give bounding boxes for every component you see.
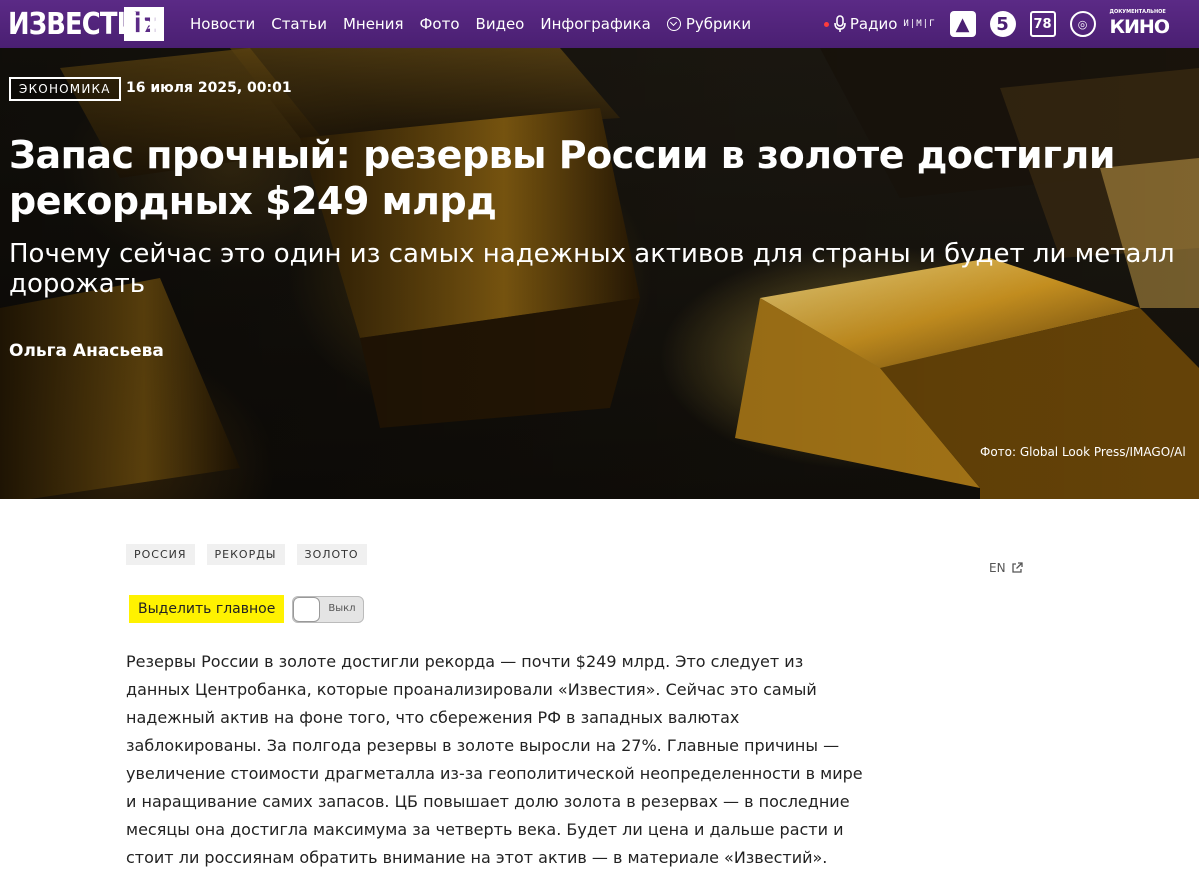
kino-label: КИНО xyxy=(1109,15,1170,38)
nav-item-opinions[interactable]: Мнения xyxy=(343,15,404,33)
live-dot-icon xyxy=(823,21,829,27)
radio-link[interactable]: Радио xyxy=(850,15,898,33)
rubrics-label: Рубрики xyxy=(685,15,752,33)
tag-records[interactable]: РЕКОРДЫ xyxy=(206,544,285,565)
tag-russia[interactable]: РОССИЯ xyxy=(126,544,195,565)
main-nav: Новости Статьи Мнения Фото Видео Инфогра… xyxy=(190,0,767,48)
highlight-main-label: Выделить главное xyxy=(129,595,285,623)
hero-image: ЭКОНОМИКА 16 июля 2025, 00:01 Запас проч… xyxy=(0,48,1199,499)
channel-round-logo[interactable]: ◎ xyxy=(1069,11,1096,37)
header-right-tools: Радио И|М|Г ▲ 5 78 ◎ ДОКУМЕНТАЛЬНОЕ КИНО xyxy=(823,0,1199,48)
category-badge[interactable]: ЭКОНОМИКА xyxy=(9,77,121,101)
external-link-icon xyxy=(1011,562,1023,573)
article-title: Запас прочный: резервы России в золоте д… xyxy=(9,133,1115,223)
nav-item-photo[interactable]: Фото xyxy=(420,15,460,33)
chevron-circle-icon xyxy=(666,17,681,31)
nav-item-infographics[interactable]: Инфографика xyxy=(540,15,650,33)
en-label: EN xyxy=(989,561,1006,575)
highlight-main-toggle[interactable]: Выкл xyxy=(292,595,365,623)
channel-5-logo[interactable]: 5 xyxy=(989,11,1016,37)
logo-text: ИЗВЕСТИЯ xyxy=(8,6,157,42)
microphone-icon xyxy=(834,15,846,32)
article-tags: РОССИЯ РЕКОРДЫ ЗОЛОТО xyxy=(126,544,379,565)
nav-item-news[interactable]: Новости xyxy=(190,15,255,33)
highlight-main-row: Выделить главное Выкл xyxy=(129,595,365,623)
nav-item-video[interactable]: Видео xyxy=(476,15,525,33)
radio-sub-label: И|М|Г xyxy=(903,19,936,29)
photo-credit: Фото: Global Look Press/IMAGO/Al xyxy=(980,445,1186,459)
nav-item-rubrics[interactable]: Рубрики xyxy=(666,15,752,33)
toggle-state-label: Выкл xyxy=(328,602,356,614)
channel-1-logo[interactable]: ▲ xyxy=(949,11,976,37)
publish-date: 16 июля 2025, 00:01 xyxy=(126,80,292,96)
nav-item-articles[interactable]: Статьи xyxy=(271,15,327,33)
top-navigation-bar: ИЗВЕСТИЯ iz Новости Статьи Мнения Фото В… xyxy=(0,0,1199,48)
toggle-knob xyxy=(293,596,321,622)
english-version-link[interactable]: EN xyxy=(989,561,1023,575)
channel-78-logo[interactable]: 78 xyxy=(1029,11,1056,37)
kino-small-label: ДОКУМЕНТАЛЬНОЕ xyxy=(1109,9,1166,15)
article-author[interactable]: Ольга Анасьева xyxy=(9,341,164,361)
tag-gold[interactable]: ЗОЛОТО xyxy=(296,544,367,565)
article-subtitle: Почему сейчас это один из самых надежных… xyxy=(9,239,1175,299)
channel-kino-logo[interactable]: ДОКУМЕНТАЛЬНОЕ КИНО xyxy=(1109,9,1170,38)
site-logo[interactable]: ИЗВЕСТИЯ iz xyxy=(8,0,164,48)
article-lead-paragraph: Резервы России в золоте достигли рекорда… xyxy=(126,652,863,867)
